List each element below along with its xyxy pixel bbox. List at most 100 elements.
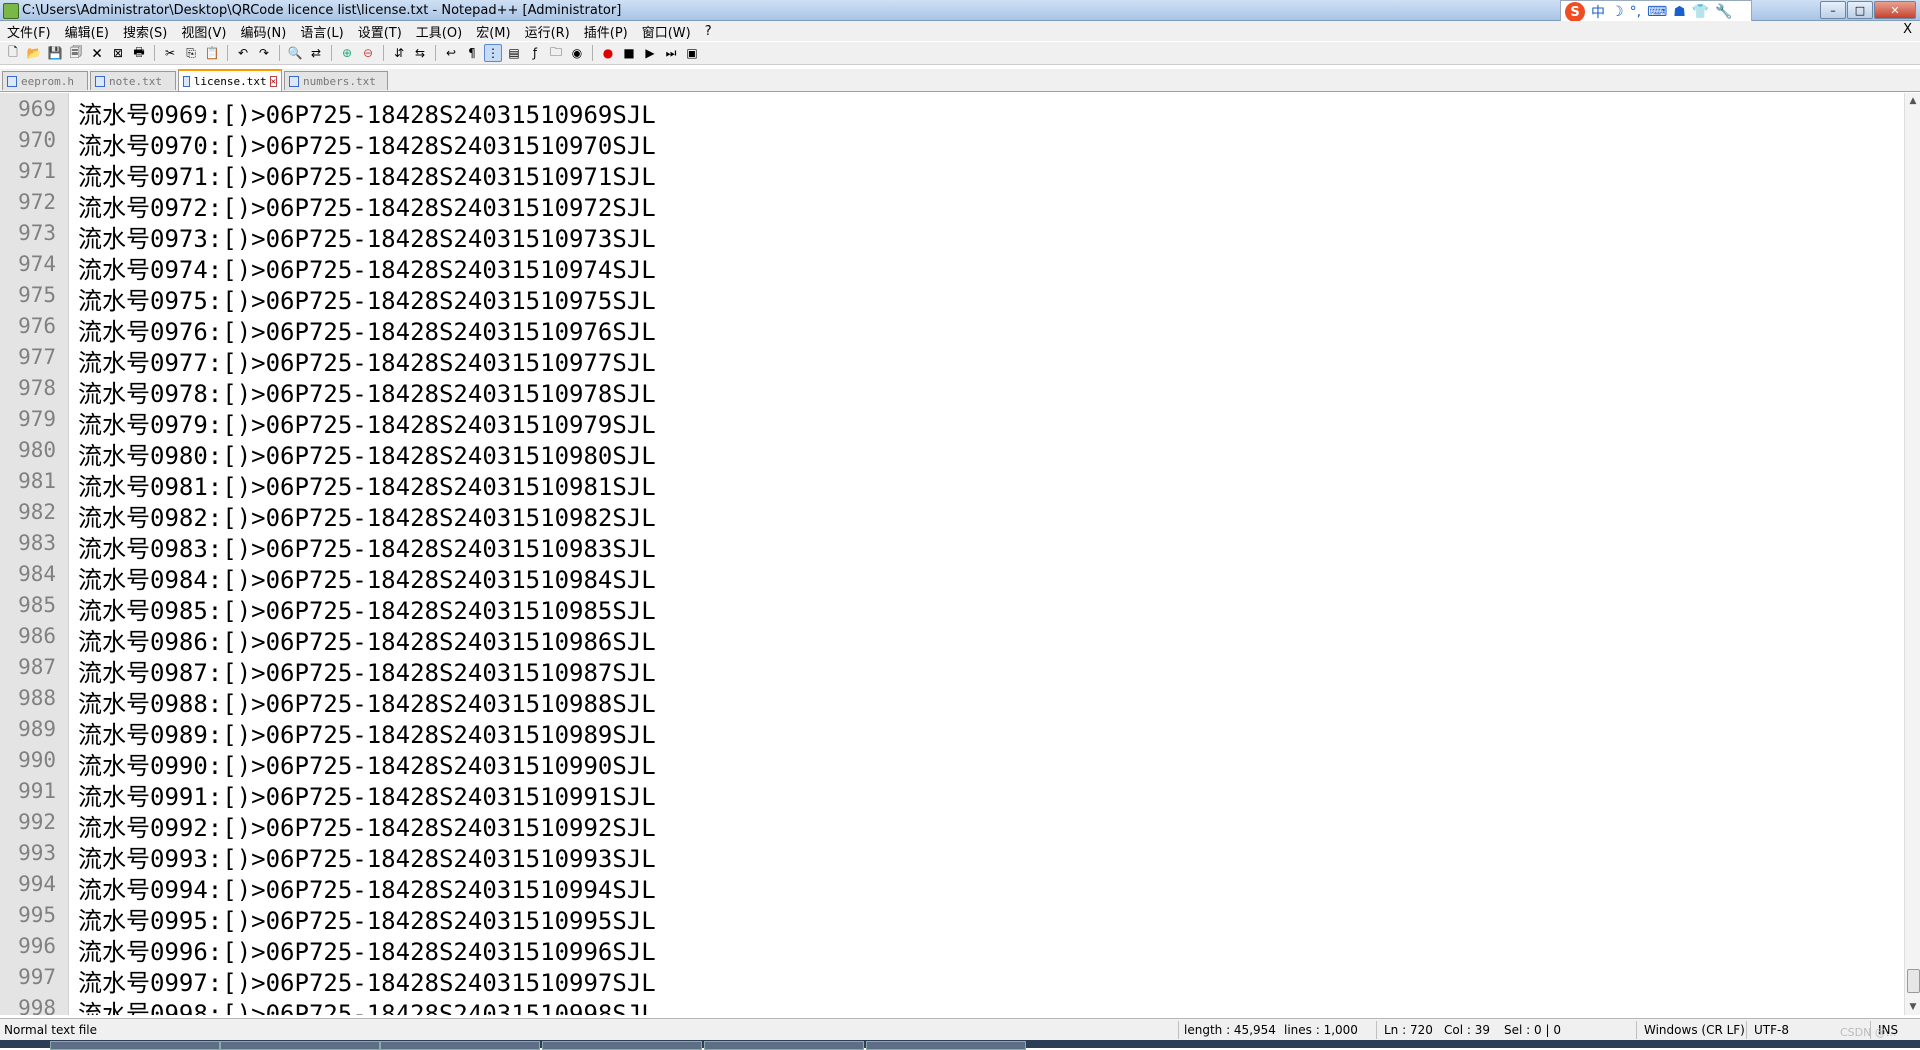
copy-icon[interactable]: ⎘ xyxy=(182,44,200,62)
minimize-button[interactable]: – xyxy=(1820,1,1846,19)
scroll-up-icon[interactable]: ▲ xyxy=(1905,93,1920,109)
status-eol[interactable]: Windows (CR LF) xyxy=(1644,1023,1745,1037)
editor-line[interactable]: 994 流水号0994:[)>06P725-18428S24031510994SJ… xyxy=(0,870,1900,904)
menu-item[interactable]: 编辑(E) xyxy=(58,22,116,41)
undo-icon[interactable]: ↶ xyxy=(234,44,252,62)
editor-line[interactable]: 977 流水号0977:[)>06P725-18428S24031510977SJ… xyxy=(0,343,1900,377)
wrap-icon[interactable]: ↩ xyxy=(442,44,460,62)
moon-icon[interactable]: ☽ xyxy=(1611,4,1624,20)
folder-icon[interactable]: 🗀 xyxy=(547,44,565,62)
line-text[interactable]: 流水号0996:[)>06P725-18428S24031510996SJL xyxy=(78,932,656,967)
editor-line[interactable]: 992 流水号0992:[)>06P725-18428S24031510992SJ… xyxy=(0,808,1900,842)
find-icon[interactable]: 🔍 xyxy=(286,44,304,62)
play-icon[interactable]: ▶ xyxy=(641,44,659,62)
editor-line[interactable]: 981 流水号0981:[)>06P725-18428S24031510981SJ… xyxy=(0,467,1900,501)
monitor-icon[interactable]: ◉ xyxy=(568,44,586,62)
save-icon[interactable]: 💾 xyxy=(46,44,64,62)
line-text[interactable]: 流水号0975:[)>06P725-18428S24031510975SJL xyxy=(78,281,656,316)
save-macro-icon[interactable]: ▣ xyxy=(683,44,701,62)
editor-line[interactable]: 982 流水号0982:[)>06P725-18428S24031510982SJ… xyxy=(0,498,1900,532)
line-text[interactable]: 流水号0998:[)>06P725-18428S24031510998SJL xyxy=(78,994,656,1015)
line-text[interactable]: 流水号0974:[)>06P725-18428S24031510974SJL xyxy=(78,250,656,285)
line-text[interactable]: 流水号0972:[)>06P725-18428S24031510972SJL xyxy=(78,188,656,223)
stop-icon[interactable]: ■ xyxy=(620,44,638,62)
editor-line[interactable]: 972 流水号0972:[)>06P725-18428S24031510972SJ… xyxy=(0,188,1900,222)
sync-v-icon[interactable]: ⇵ xyxy=(390,44,408,62)
zoom-in-icon[interactable]: ⊕ xyxy=(338,44,356,62)
skin-icon[interactable]: 👕 xyxy=(1692,4,1709,20)
line-text[interactable]: 流水号0988:[)>06P725-18428S24031510988SJL xyxy=(78,684,656,719)
line-text[interactable]: 流水号0983:[)>06P725-18428S24031510983SJL xyxy=(78,529,656,564)
line-text[interactable]: 流水号0994:[)>06P725-18428S24031510994SJL xyxy=(78,870,656,905)
sync-h-icon[interactable]: ⇆ xyxy=(411,44,429,62)
line-text[interactable]: 流水号0970:[)>06P725-18428S24031510970SJL xyxy=(78,126,656,161)
taskbar-button[interactable] xyxy=(866,1041,1026,1050)
doc-map-icon[interactable]: ▤ xyxy=(505,44,523,62)
ime-mode-label[interactable]: 中 xyxy=(1591,2,1605,22)
taskbar-button[interactable] xyxy=(50,1041,220,1050)
new-file-icon[interactable]: 🗋 xyxy=(4,44,22,62)
line-text[interactable]: 流水号0984:[)>06P725-18428S24031510984SJL xyxy=(78,560,656,595)
editor-line[interactable]: 970 流水号0970:[)>06P725-18428S24031510970SJ… xyxy=(0,126,1900,160)
tab-eeprom-h[interactable]: eeprom.h xyxy=(2,71,88,90)
line-text[interactable]: 流水号0976:[)>06P725-18428S24031510976SJL xyxy=(78,312,656,347)
editor-line[interactable]: 995 流水号0995:[)>06P725-18428S24031510995SJ… xyxy=(0,901,1900,935)
editor-line[interactable]: 973 流水号0973:[)>06P725-18428S24031510973SJ… xyxy=(0,219,1900,253)
editor-line[interactable]: 985 流水号0985:[)>06P725-18428S24031510985SJ… xyxy=(0,591,1900,625)
taskbar-button[interactable] xyxy=(380,1041,540,1050)
editor-line[interactable]: 971 流水号0971:[)>06P725-18428S24031510971SJ… xyxy=(0,157,1900,191)
line-text[interactable]: 流水号0982:[)>06P725-18428S24031510982SJL xyxy=(78,498,656,533)
line-text[interactable]: 流水号0978:[)>06P725-18428S24031510978SJL xyxy=(78,374,656,409)
menu-item[interactable]: ? xyxy=(698,24,719,39)
editor-line[interactable]: 989 流水号0989:[)>06P725-18428S24031510989SJ… xyxy=(0,715,1900,749)
punctuation-icon[interactable]: °, xyxy=(1630,4,1641,20)
menu-item[interactable]: 工具(O) xyxy=(409,22,469,41)
menu-item[interactable]: 窗口(W) xyxy=(635,22,698,41)
close-tab-icon[interactable]: ✕ xyxy=(269,75,277,87)
menu-item[interactable]: 视图(V) xyxy=(174,22,233,41)
editor-line[interactable]: 978 流水号0978:[)>06P725-18428S24031510978SJ… xyxy=(0,374,1900,408)
user-icon[interactable]: ☗ xyxy=(1673,4,1686,20)
line-text[interactable]: 流水号0989:[)>06P725-18428S24031510989SJL xyxy=(78,715,656,750)
save-all-icon[interactable]: 🗐 xyxy=(67,44,85,62)
line-text[interactable]: 流水号0992:[)>06P725-18428S24031510992SJL xyxy=(78,808,656,843)
scroll-down-icon[interactable]: ▼ xyxy=(1905,999,1920,1015)
taskbar-button[interactable] xyxy=(220,1041,380,1050)
paste-icon[interactable]: 📋 xyxy=(203,44,221,62)
cut-icon[interactable]: ✂ xyxy=(161,44,179,62)
line-text[interactable]: 流水号0977:[)>06P725-18428S24031510977SJL xyxy=(78,343,656,378)
line-text[interactable]: 流水号0969:[)>06P725-18428S24031510969SJL xyxy=(78,95,656,130)
function-list-icon[interactable]: ƒ xyxy=(526,44,544,62)
settings-wrench-icon[interactable]: 🔧 xyxy=(1715,4,1732,20)
keyboard-icon[interactable]: ⌨ xyxy=(1647,4,1667,20)
show-all-icon[interactable]: ¶ xyxy=(463,44,481,62)
tab-license-txt[interactable]: license.txt ✕ xyxy=(178,69,282,91)
line-text[interactable]: 流水号0980:[)>06P725-18428S24031510980SJL xyxy=(78,436,656,471)
taskbar-button[interactable] xyxy=(542,1041,702,1050)
editor-line[interactable]: 990 流水号0990:[)>06P725-18428S24031510990SJ… xyxy=(0,746,1900,780)
line-text[interactable]: 流水号0986:[)>06P725-18428S24031510986SJL xyxy=(78,622,656,657)
close-all-icon[interactable]: ⊠ xyxy=(109,44,127,62)
line-text[interactable]: 流水号0973:[)>06P725-18428S24031510973SJL xyxy=(78,219,656,254)
editor-line[interactable]: 998 流水号0998:[)>06P725-18428S24031510998SJ… xyxy=(0,994,1900,1015)
menu-item[interactable]: 搜索(S) xyxy=(116,22,174,41)
vertical-scrollbar[interactable]: ▲ ▼ xyxy=(1904,93,1920,1015)
editor-line[interactable]: 996 流水号0996:[)>06P725-18428S24031510996SJ… xyxy=(0,932,1900,966)
menu-item[interactable]: 语言(L) xyxy=(293,22,350,41)
editor-line[interactable]: 976 流水号0976:[)>06P725-18428S24031510976SJ… xyxy=(0,312,1900,346)
line-text[interactable]: 流水号0979:[)>06P725-18428S24031510979SJL xyxy=(78,405,656,440)
close-window-button[interactable]: ✕ xyxy=(1874,1,1916,19)
editor-line[interactable]: 975 流水号0975:[)>06P725-18428S24031510975SJ… xyxy=(0,281,1900,315)
editor-line[interactable]: 969 流水号0969:[)>06P725-18428S24031510969SJ… xyxy=(0,95,1900,129)
scroll-thumb[interactable] xyxy=(1907,969,1920,993)
editor-line[interactable]: 974 流水号0974:[)>06P725-18428S24031510974SJ… xyxy=(0,250,1900,284)
line-text[interactable]: 流水号0995:[)>06P725-18428S24031510995SJL xyxy=(78,901,656,936)
line-text[interactable]: 流水号0971:[)>06P725-18428S24031510971SJL xyxy=(78,157,656,192)
maximize-button[interactable]: □ xyxy=(1847,1,1873,19)
editor-line[interactable]: 980 流水号0980:[)>06P725-18428S24031510980SJ… xyxy=(0,436,1900,470)
sogou-logo-icon[interactable]: S xyxy=(1565,2,1585,22)
editor-line[interactable]: 997 流水号0997:[)>06P725-18428S24031510997SJ… xyxy=(0,963,1900,997)
editor-line[interactable]: 986 流水号0986:[)>06P725-18428S24031510986SJ… xyxy=(0,622,1900,656)
open-file-icon[interactable]: 📂 xyxy=(25,44,43,62)
editor-line[interactable]: 987 流水号0987:[)>06P725-18428S24031510987SJ… xyxy=(0,653,1900,687)
